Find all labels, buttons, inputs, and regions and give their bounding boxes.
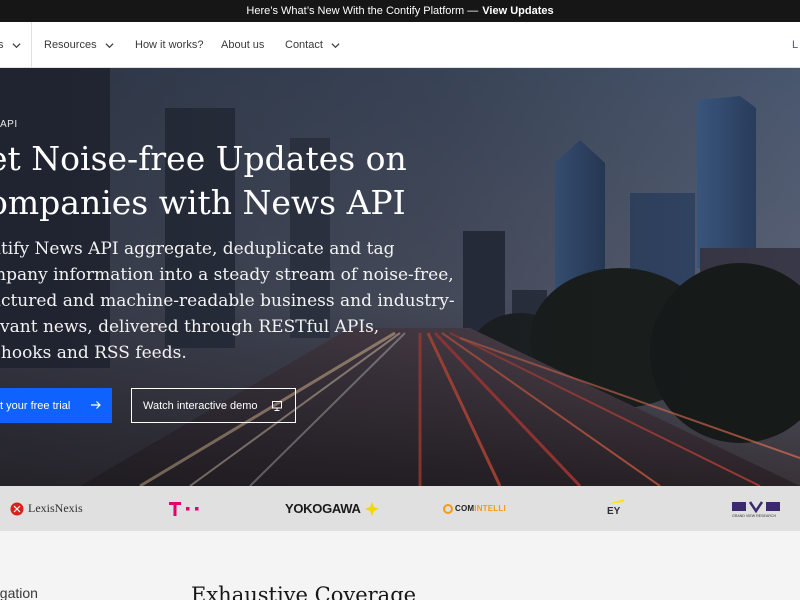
nav-item-resources[interactable]: Resources xyxy=(44,22,114,68)
comintelli-wordmark: COMINTELLI xyxy=(455,504,506,513)
nav-item-label: Contact xyxy=(285,39,323,51)
yokogawa-logo: YOKOGAWA xyxy=(285,486,379,531)
ey-wordmark: EY xyxy=(607,506,621,517)
start-free-trial-button[interactable]: t your free trial xyxy=(0,388,112,423)
view-updates-link[interactable]: View Updates xyxy=(482,5,553,17)
lexisnexis-logo: LexisNexis xyxy=(10,486,83,531)
hero-headline-line: et Noise-free Updates on xyxy=(0,139,407,178)
hero-eyebrow: API xyxy=(0,119,18,130)
grand-view-research-logo: GRAND VIEW RESEARCH xyxy=(732,486,788,531)
nav-item-label: s xyxy=(0,39,4,51)
watch-demo-button[interactable]: Watch interactive demo xyxy=(131,388,296,423)
comintelli-logo: COMINTELLI xyxy=(443,486,506,531)
comintelli-prefix: COM xyxy=(455,504,475,513)
yokogawa-star-icon xyxy=(364,501,379,516)
comintelli-mark-icon xyxy=(443,503,453,514)
nav-divider xyxy=(31,22,32,68)
hero-headline: et Noise-free Updates on ompanies with N… xyxy=(0,137,458,225)
ey-mark-icon: EY xyxy=(607,498,624,517)
chevron-down-icon xyxy=(11,42,21,48)
nav-item-about-us[interactable]: About us xyxy=(221,22,264,68)
gvr-caption: GRAND VIEW RESEARCH xyxy=(732,514,777,518)
hero-description-line: mpany information into a steady stream o… xyxy=(0,265,454,285)
hero-description-line: bhooks and RSS feeds. xyxy=(0,343,187,363)
hero-headline-line: ompanies with News API xyxy=(0,183,406,222)
telekom-mark-icon xyxy=(169,501,199,516)
chevron-down-icon xyxy=(105,42,114,48)
nav-item-label: Resources xyxy=(44,39,97,51)
section-title: Exhaustive Coverage xyxy=(191,583,417,600)
hero-description-line: evant news, delivered through RESTful AP… xyxy=(0,317,380,337)
monitor-icon xyxy=(272,401,282,411)
arrow-right-icon xyxy=(91,401,101,409)
telekom-logo xyxy=(168,486,204,531)
client-logos-strip: LexisNexis YOKOGAWA COMINTELLI EY GRAND … xyxy=(0,486,800,531)
comintelli-suffix: INTELLI xyxy=(474,504,506,513)
chevron-down-icon xyxy=(331,42,340,48)
ey-logo: EY xyxy=(604,486,626,531)
main-nav: s Resources How it works? About us Conta… xyxy=(0,22,800,68)
button-label: t your free trial xyxy=(0,399,71,412)
nav-item-label: About us xyxy=(221,39,265,51)
nav-item-label: How it works? xyxy=(135,39,204,51)
lexisnexis-wordmark: LexisNexis xyxy=(28,501,83,515)
announcement-bar: Here’s What’s New With the Contify Platf… xyxy=(0,0,800,22)
announcement-text: Here’s What’s New With the Contify Platf… xyxy=(246,5,479,17)
gvr-mark-icon: GRAND VIEW RESEARCH xyxy=(732,500,780,518)
button-label: Watch interactive demo xyxy=(143,399,258,412)
nav-item-contact[interactable]: Contact xyxy=(285,22,340,68)
hero-description-line: uctured and machine-readable business an… xyxy=(0,291,455,311)
lexisnexis-mark-icon xyxy=(10,502,24,515)
hero-description: ntify News API aggregate, deduplicate an… xyxy=(0,236,490,366)
feature-tab-aggregation[interactable]: egation xyxy=(0,585,38,600)
nav-item-solutions[interactable]: s xyxy=(0,22,21,68)
nav-item-how-it-works[interactable]: How it works? xyxy=(135,22,203,68)
hero-description-line: ntify News API aggregate, deduplicate an… xyxy=(0,239,395,259)
nav-login-link[interactable]: L xyxy=(792,22,800,68)
yokogawa-wordmark: YOKOGAWA xyxy=(285,501,361,516)
